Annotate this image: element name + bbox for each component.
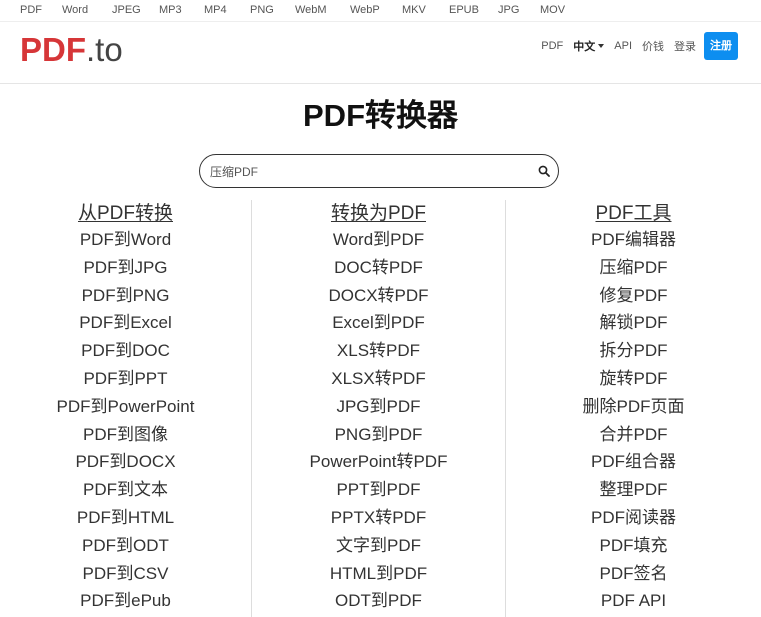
tool-link[interactable]: PDF到PNG [0, 282, 251, 310]
tool-link[interactable]: 合并PDF [506, 421, 761, 449]
tool-link[interactable]: PDF填充 [506, 532, 761, 560]
tool-link[interactable]: PDF到文本 [0, 476, 251, 504]
tool-link[interactable]: PDF到Word [0, 226, 251, 254]
tool-link[interactable]: PDF到Excel [0, 309, 251, 337]
tool-link[interactable]: 拆分PDF [506, 337, 761, 365]
format-link-pdf[interactable]: PDF [20, 4, 42, 16]
tool-link[interactable]: PDF API [506, 587, 761, 615]
tool-link[interactable]: PDF到PowerPoint [0, 393, 251, 421]
format-link-png[interactable]: PNG [250, 4, 274, 16]
format-link-webm[interactable]: WebM [295, 4, 327, 16]
tool-link[interactable]: PDF到ePub [0, 587, 251, 615]
format-link-mov[interactable]: MOV [540, 4, 565, 16]
tool-link[interactable]: DOCX转PDF [252, 282, 505, 310]
tool-link[interactable]: PDF组合器 [506, 448, 761, 476]
search-input[interactable] [210, 161, 530, 183]
tool-link[interactable]: PDF到DOC [0, 337, 251, 365]
tool-link[interactable]: PDF到HTML [0, 504, 251, 532]
language-dropdown[interactable]: 中文 [573, 38, 605, 54]
tool-link[interactable]: HTML到PDF [252, 560, 505, 588]
tool-columns: 从PDF转换 PDF到Word PDF到JPG PDF到PNG PDF到Exce… [0, 200, 761, 617]
tool-link[interactable]: PDF阅读器 [506, 504, 761, 532]
format-link-word[interactable]: Word [62, 4, 88, 16]
format-link-mp4[interactable]: MP4 [204, 4, 227, 16]
column-from-pdf: 从PDF转换 PDF到Word PDF到JPG PDF到PNG PDF到Exce… [0, 200, 251, 617]
page-title: PDF转换器 [303, 98, 458, 133]
tool-link[interactable]: PPTX转PDF [252, 504, 505, 532]
format-link-jpeg[interactable]: JPEG [112, 4, 141, 16]
tool-link[interactable]: PDF编辑器 [506, 226, 761, 254]
logo-text-pdf: PDF [20, 31, 86, 68]
tool-link[interactable]: PDF到CSV [0, 560, 251, 588]
column-heading-pdf-tools[interactable]: PDF工具 [506, 202, 761, 226]
format-link-jpg[interactable]: JPG [498, 4, 519, 16]
tool-link[interactable]: PowerPoint转PDF [252, 448, 505, 476]
tool-link[interactable]: 解锁PDF [506, 309, 761, 337]
logo-text-to: .to [86, 31, 123, 68]
language-label: 中文 [573, 41, 596, 53]
site-logo[interactable]: PDF.to [20, 30, 123, 70]
column-heading-to-pdf[interactable]: 转换为PDF [252, 202, 505, 226]
tool-link[interactable]: PDF签名 [506, 560, 761, 588]
tool-link[interactable]: XLSX转PDF [252, 365, 505, 393]
tool-link[interactable]: PPT到PDF [252, 476, 505, 504]
search-box [199, 154, 559, 188]
menu-api-link[interactable]: API [614, 40, 632, 52]
column-pdf-tools: PDF工具 PDF编辑器 压缩PDF 修复PDF 解锁PDF 拆分PDF 旋转P… [506, 200, 761, 617]
format-nav: PDF Word JPEG MP3 MP4 PNG WebM WebP MKV … [0, 0, 761, 22]
format-link-mkv[interactable]: MKV [402, 4, 426, 16]
tool-link[interactable]: 文字到PDF [252, 532, 505, 560]
tool-link[interactable]: PDF到DOCX [0, 448, 251, 476]
tool-link[interactable]: PDF到ODT [0, 532, 251, 560]
menu-pricing-link[interactable]: 价钱 [642, 38, 664, 54]
tool-link[interactable]: PDF到JPG [0, 254, 251, 282]
tool-link[interactable]: Word到PDF [252, 226, 505, 254]
chevron-down-icon [598, 44, 605, 48]
header-menu: PDF 中文 API 价钱 登录 注册 [541, 32, 738, 60]
tool-link[interactable]: DOC转PDF [252, 254, 505, 282]
tool-link[interactable]: JPG到PDF [252, 393, 505, 421]
tool-link[interactable]: 整理PDF [506, 476, 761, 504]
format-link-epub[interactable]: EPUB [449, 4, 479, 16]
tool-link[interactable]: 旋转PDF [506, 365, 761, 393]
tool-link[interactable]: PDF到图像 [0, 421, 251, 449]
format-link-webp[interactable]: WebP [350, 4, 380, 16]
tool-link[interactable]: PDF到PPT [0, 365, 251, 393]
search-icon[interactable] [538, 165, 550, 177]
tool-link[interactable]: XLS转PDF [252, 337, 505, 365]
tool-link[interactable]: Excel到PDF [252, 309, 505, 337]
column-to-pdf: 转换为PDF Word到PDF DOC转PDF DOCX转PDF Excel到P… [252, 200, 505, 617]
column-heading-from-pdf[interactable]: 从PDF转换 [0, 202, 251, 226]
login-link[interactable]: 登录 [674, 38, 696, 54]
tool-link[interactable]: 修复PDF [506, 282, 761, 310]
tool-link[interactable]: PNG到PDF [252, 421, 505, 449]
format-link-mp3[interactable]: MP3 [159, 4, 182, 16]
site-header: PDF.to PDF 中文 API 价钱 登录 注册 [0, 22, 761, 84]
tool-link[interactable]: ODT到PDF [252, 587, 505, 615]
tool-link[interactable]: 压缩PDF [506, 254, 761, 282]
signup-button[interactable]: 注册 [704, 32, 738, 60]
tool-link[interactable]: 删除PDF页面 [506, 393, 761, 421]
menu-pdf-link[interactable]: PDF [541, 40, 563, 52]
